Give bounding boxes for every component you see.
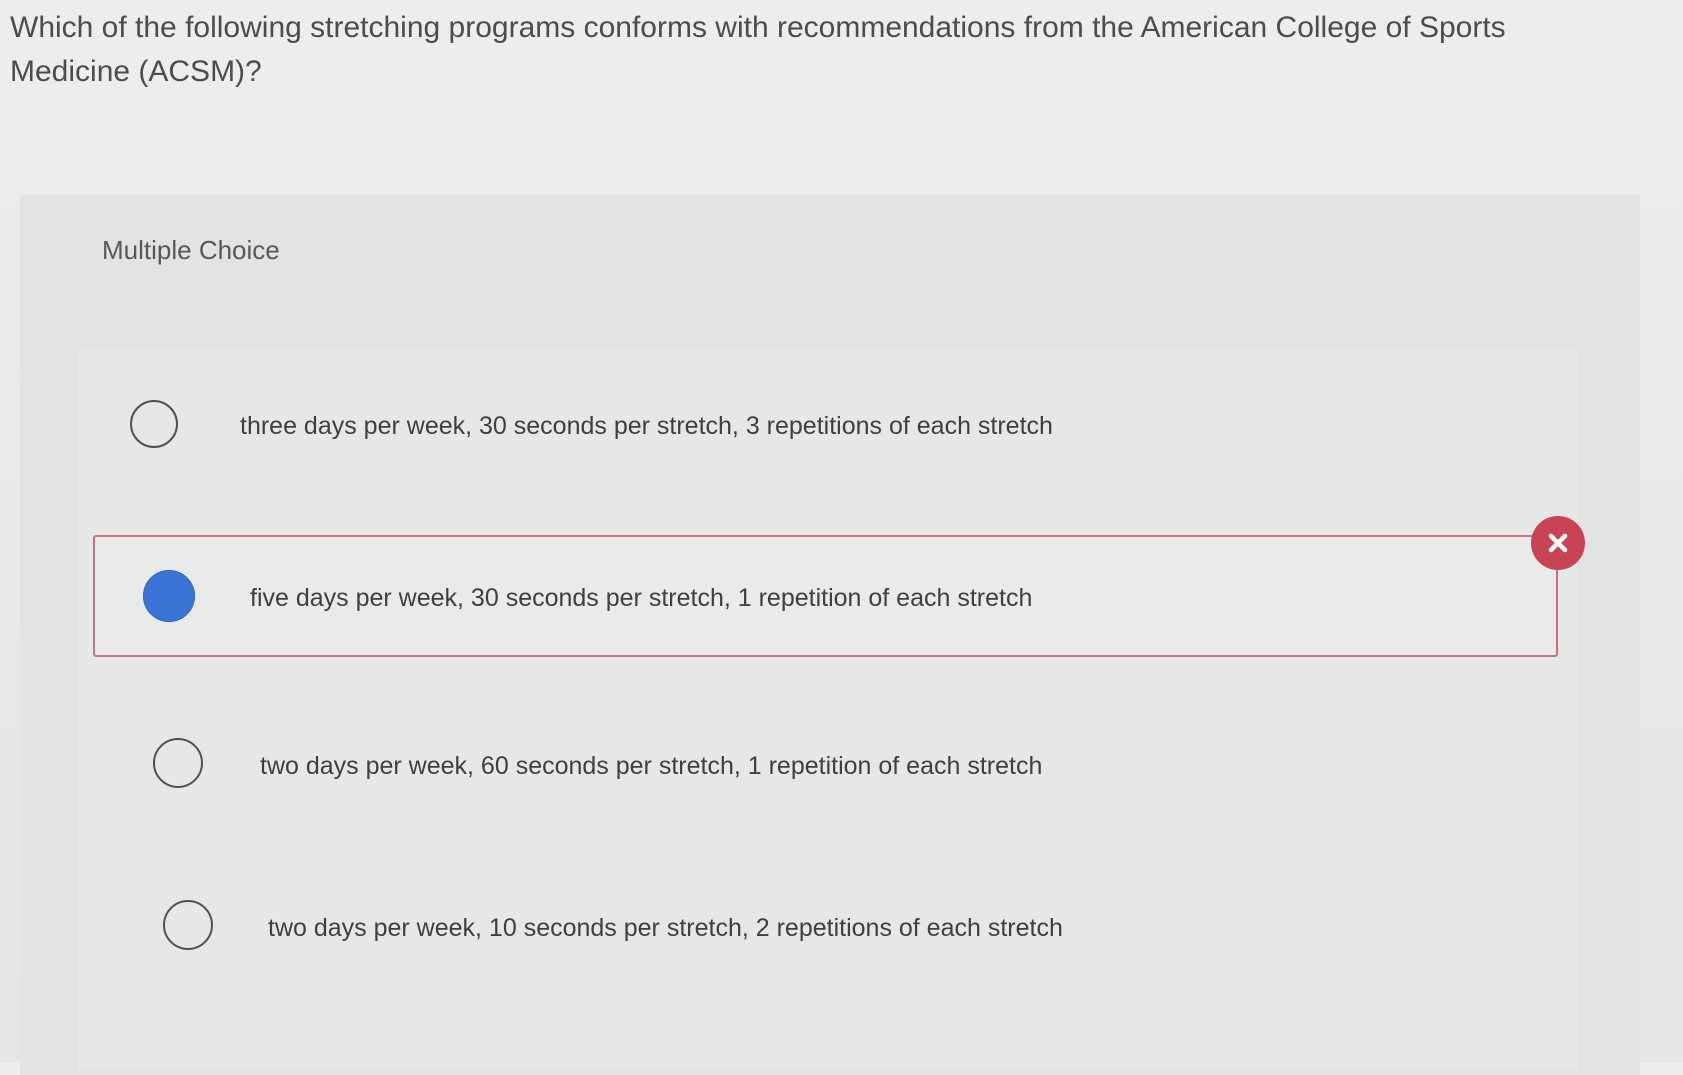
- radio-button[interactable]: [130, 400, 178, 448]
- question-text: Which of the following stretching progra…: [10, 11, 1506, 88]
- radio-button[interactable]: [163, 900, 213, 950]
- option-label: three days per week, 30 seconds per stre…: [240, 412, 1053, 440]
- close-x-icon: [1531, 516, 1585, 570]
- radio-button[interactable]: [153, 738, 203, 788]
- option-3[interactable]: two days per week, 60 seconds per stretc…: [140, 720, 1540, 800]
- option-label: two days per week, 10 seconds per stretc…: [268, 914, 1063, 942]
- multiple-choice-heading: Multiple Choice: [102, 235, 280, 265]
- option-2[interactable]: five days per week, 30 seconds per stret…: [93, 535, 1558, 657]
- option-label: five days per week, 30 seconds per stret…: [250, 584, 1033, 612]
- radio-button-selected[interactable]: [143, 570, 195, 622]
- option-label: two days per week, 60 seconds per stretc…: [260, 752, 1043, 780]
- option-4[interactable]: two days per week, 10 seconds per stretc…: [150, 882, 1550, 962]
- option-1[interactable]: three days per week, 30 seconds per stre…: [120, 385, 1520, 465]
